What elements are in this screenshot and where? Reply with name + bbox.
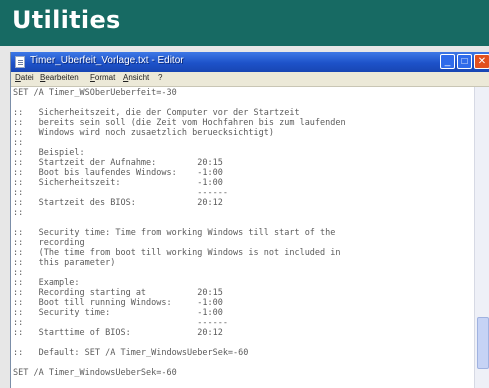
text-line: :: Boot till running Windows: -1:00: [13, 298, 223, 308]
text-line: ::: [13, 208, 24, 218]
vertical-scrollbar[interactable]: [474, 87, 489, 388]
text-line: :: Windows wird noch zusaetzlich berueck…: [13, 128, 274, 138]
text-line: ::: [13, 268, 24, 278]
text-line: :: Beispiel:: [13, 148, 85, 158]
menu-edit[interactable]: Bearbeiten: [40, 73, 79, 82]
text-line: :: Boot bis laufendes Windows: -1:00: [13, 168, 223, 178]
text-line: :: recording: [13, 238, 85, 248]
text-editor-area[interactable]: SET /A Timer_WSOberUeberfeit=-30 :: Sich…: [13, 88, 472, 388]
text-line: :: ------: [13, 318, 228, 328]
window-title: Timer_Uberfeit_Vorlage.txt - Editor: [30, 55, 184, 66]
text-line: :: Recording starting at 20:15: [13, 288, 223, 298]
menu-help[interactable]: ?: [158, 73, 162, 82]
text-line: SET /A Timer_WSOberUeberfeit=-30: [13, 88, 177, 98]
text-line: :: Security time: -1:00: [13, 308, 223, 318]
section-title: Utilities: [12, 6, 121, 34]
text-line: ::: [13, 138, 24, 148]
text-line: :: Sicherheitszeit, die der Computer vor…: [13, 108, 300, 118]
text-line: :: Startzeit der Aufnahme: 20:15: [13, 158, 223, 168]
section-banner: Utilities: [0, 0, 489, 46]
text-line: :: Security time: Time from working Wind…: [13, 228, 336, 238]
minimize-button[interactable]: _: [440, 54, 455, 69]
text-line: :: Default: SET /A Timer_WindowsUeberSek…: [13, 348, 249, 358]
menu-bar: Datei Bearbeiten Format Ansicht ?: [11, 72, 489, 87]
menu-view[interactable]: Ansicht: [123, 73, 149, 82]
maximize-button[interactable]: □: [457, 54, 472, 69]
notepad-window: Timer_Uberfeit_Vorlage.txt - Editor _ □ …: [10, 52, 489, 388]
text-line: :: Example:: [13, 278, 80, 288]
text-line: :: ------: [13, 188, 228, 198]
text-line: :: bereits sein soll (die Zeit vom Hochf…: [13, 118, 346, 128]
close-button[interactable]: ✕: [474, 54, 489, 69]
menu-file[interactable]: Datei: [15, 73, 34, 82]
text-line: :: (The time from boot till working Wind…: [13, 248, 341, 258]
text-line: :: Starttime of BIOS: 20:12: [13, 328, 223, 338]
scrollbar-thumb[interactable]: [477, 317, 489, 369]
text-line: :: this parameter): [13, 258, 116, 268]
notepad-icon: [15, 56, 25, 68]
text-line: SET /A Timer_WindowsUeberSek=-60: [13, 368, 177, 378]
menu-format[interactable]: Format: [90, 73, 115, 82]
window-titlebar[interactable]: Timer_Uberfeit_Vorlage.txt - Editor _ □ …: [11, 52, 489, 72]
text-line: :: Startzeit des BIOS: 20:12: [13, 198, 223, 208]
text-line: :: Sicherheitszeit: -1:00: [13, 178, 223, 188]
